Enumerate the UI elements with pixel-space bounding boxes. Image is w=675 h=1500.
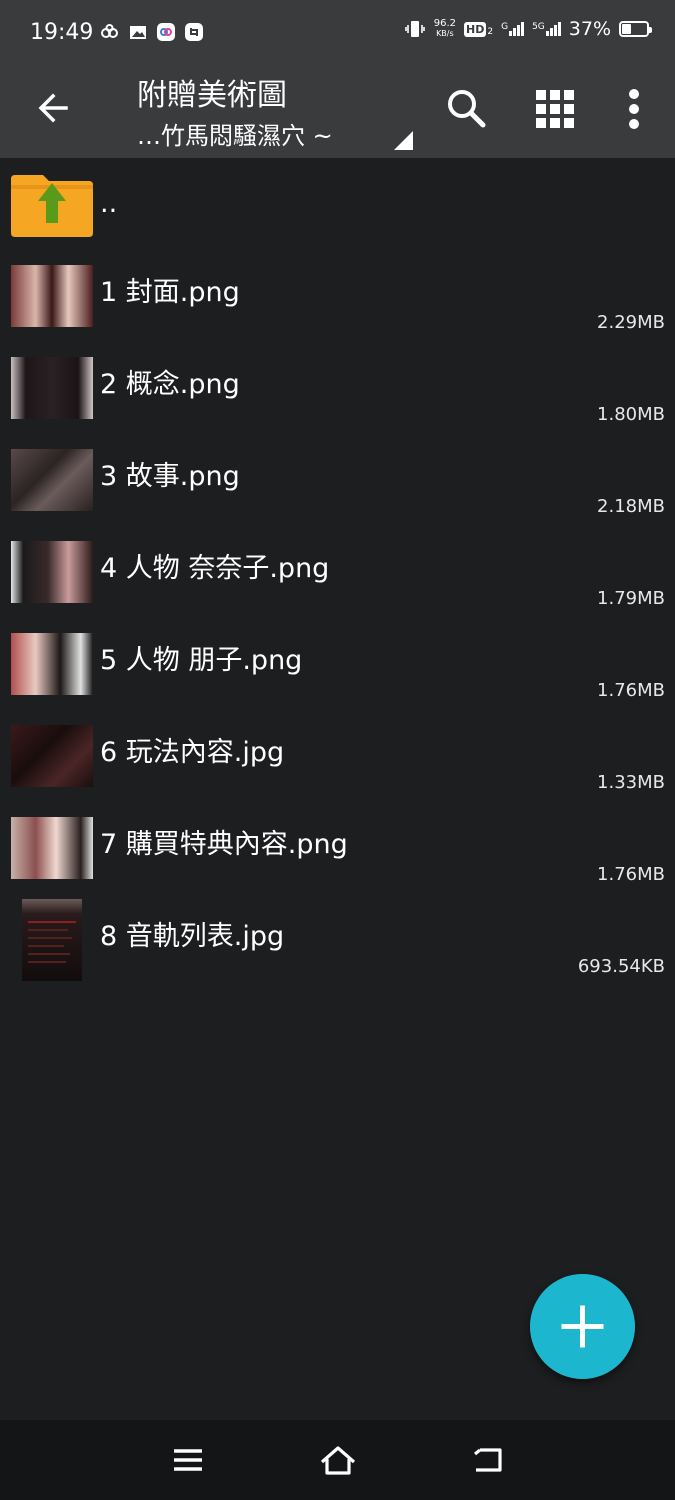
battery-level-fill (622, 24, 631, 34)
file-thumbnail (11, 357, 93, 419)
grid-view-icon[interactable] (530, 84, 580, 134)
battery-icon (619, 21, 652, 37)
file-size: 2.29MB (597, 312, 665, 333)
arrow-back-icon[interactable] (32, 86, 76, 130)
sync-app-icon (185, 23, 203, 41)
add-fab-button[interactable] (530, 1274, 635, 1379)
status-time: 19:49 (30, 20, 94, 45)
file-size: 1.79MB (597, 588, 665, 609)
file-row[interactable]: 3 故事.png 2.18MB (0, 434, 675, 526)
network-speed: 96.2 KB/s (434, 19, 456, 39)
vibrate-icon (404, 21, 425, 37)
file-name: 7 購買特典內容.png (100, 829, 348, 860)
file-row[interactable]: 6 玩法內容.jpg 1.33MB (0, 710, 675, 802)
status-bar: 19:49 96.2 KB/s HD 2 G 5G 37% (0, 0, 675, 66)
file-size: 1.76MB (597, 864, 665, 885)
network-speed-unit: KB/s (436, 29, 454, 38)
signal-1-label: G (501, 22, 509, 32)
battery-percent: 37% (568, 18, 611, 40)
file-size: 693.54KB (577, 956, 665, 977)
file-thumbnail (22, 899, 82, 981)
file-name: 3 故事.png (100, 461, 240, 492)
file-size: 2.18MB (597, 496, 665, 517)
status-notification-icons (100, 22, 204, 42)
hd-sub: 2 (487, 26, 494, 37)
file-row[interactable]: 1 封面.png 2.29MB (0, 250, 675, 342)
file-row[interactable]: 7 購買特典內容.png 1.76MB (0, 802, 675, 894)
file-size: 1.33MB (597, 772, 665, 793)
menu-icon[interactable] (168, 1440, 208, 1480)
file-name: 1 封面.png (100, 277, 240, 308)
signal-icon-1: G (501, 22, 525, 36)
signal-2-label: 5G (532, 22, 545, 32)
file-name: 2 概念.png (100, 369, 240, 400)
folder-title: 附贈美術圖 (137, 78, 287, 113)
file-thumbnail (11, 449, 93, 511)
gallery-icon (130, 26, 146, 39)
search-icon[interactable] (442, 84, 492, 134)
file-size: 1.80MB (597, 404, 665, 425)
status-system-icons: 96.2 KB/s HD 2 G 5G 37% (404, 18, 652, 40)
file-thumbnail (11, 633, 93, 695)
file-row[interactable]: 4 人物 奈奈子.png 1.79MB (0, 526, 675, 618)
back-icon[interactable] (468, 1440, 508, 1480)
home-icon[interactable] (318, 1440, 358, 1480)
file-size: 1.76MB (597, 680, 665, 701)
cloud-sync-icon (101, 24, 118, 38)
folder-up-icon (11, 175, 93, 237)
file-manager-app: 19:49 96.2 KB/s HD 2 G 5G 37% 附贈美術圖 …竹馬悶… (0, 0, 675, 1500)
hd-voice-icon: HD 2 (464, 21, 494, 37)
more-vert-icon[interactable] (610, 84, 660, 134)
app-toolbar: 附贈美術圖 …竹馬悶騷濕穴 ~ (0, 66, 675, 158)
network-speed-value: 96.2 (433, 18, 456, 29)
app-notification-icon (157, 23, 175, 41)
file-thumbnail (11, 265, 93, 327)
system-nav-bar (0, 1420, 675, 1500)
file-thumbnail (11, 541, 93, 603)
file-name: 8 音軌列表.jpg (100, 921, 285, 952)
file-name: 4 人物 奈奈子.png (100, 553, 330, 584)
file-thumbnail (11, 725, 93, 787)
file-row[interactable]: 2 概念.png 1.80MB (0, 342, 675, 434)
file-row[interactable]: 5 人物 朋子.png 1.76MB (0, 618, 675, 710)
path-dropdown-icon[interactable] (394, 131, 413, 150)
folder-path[interactable]: …竹馬悶騷濕穴 ~ (137, 116, 333, 151)
file-row[interactable]: 8 音軌列表.jpg 693.54KB (0, 894, 675, 986)
hd-label: HD (464, 21, 487, 37)
file-name: 6 玩法內容.jpg (100, 737, 285, 768)
file-thumbnail (11, 817, 93, 879)
parent-folder-row[interactable]: .. (0, 158, 675, 250)
file-name: .. (100, 188, 118, 219)
signal-icon-2: 5G (532, 22, 561, 36)
file-name: 5 人物 朋子.png (100, 645, 303, 676)
